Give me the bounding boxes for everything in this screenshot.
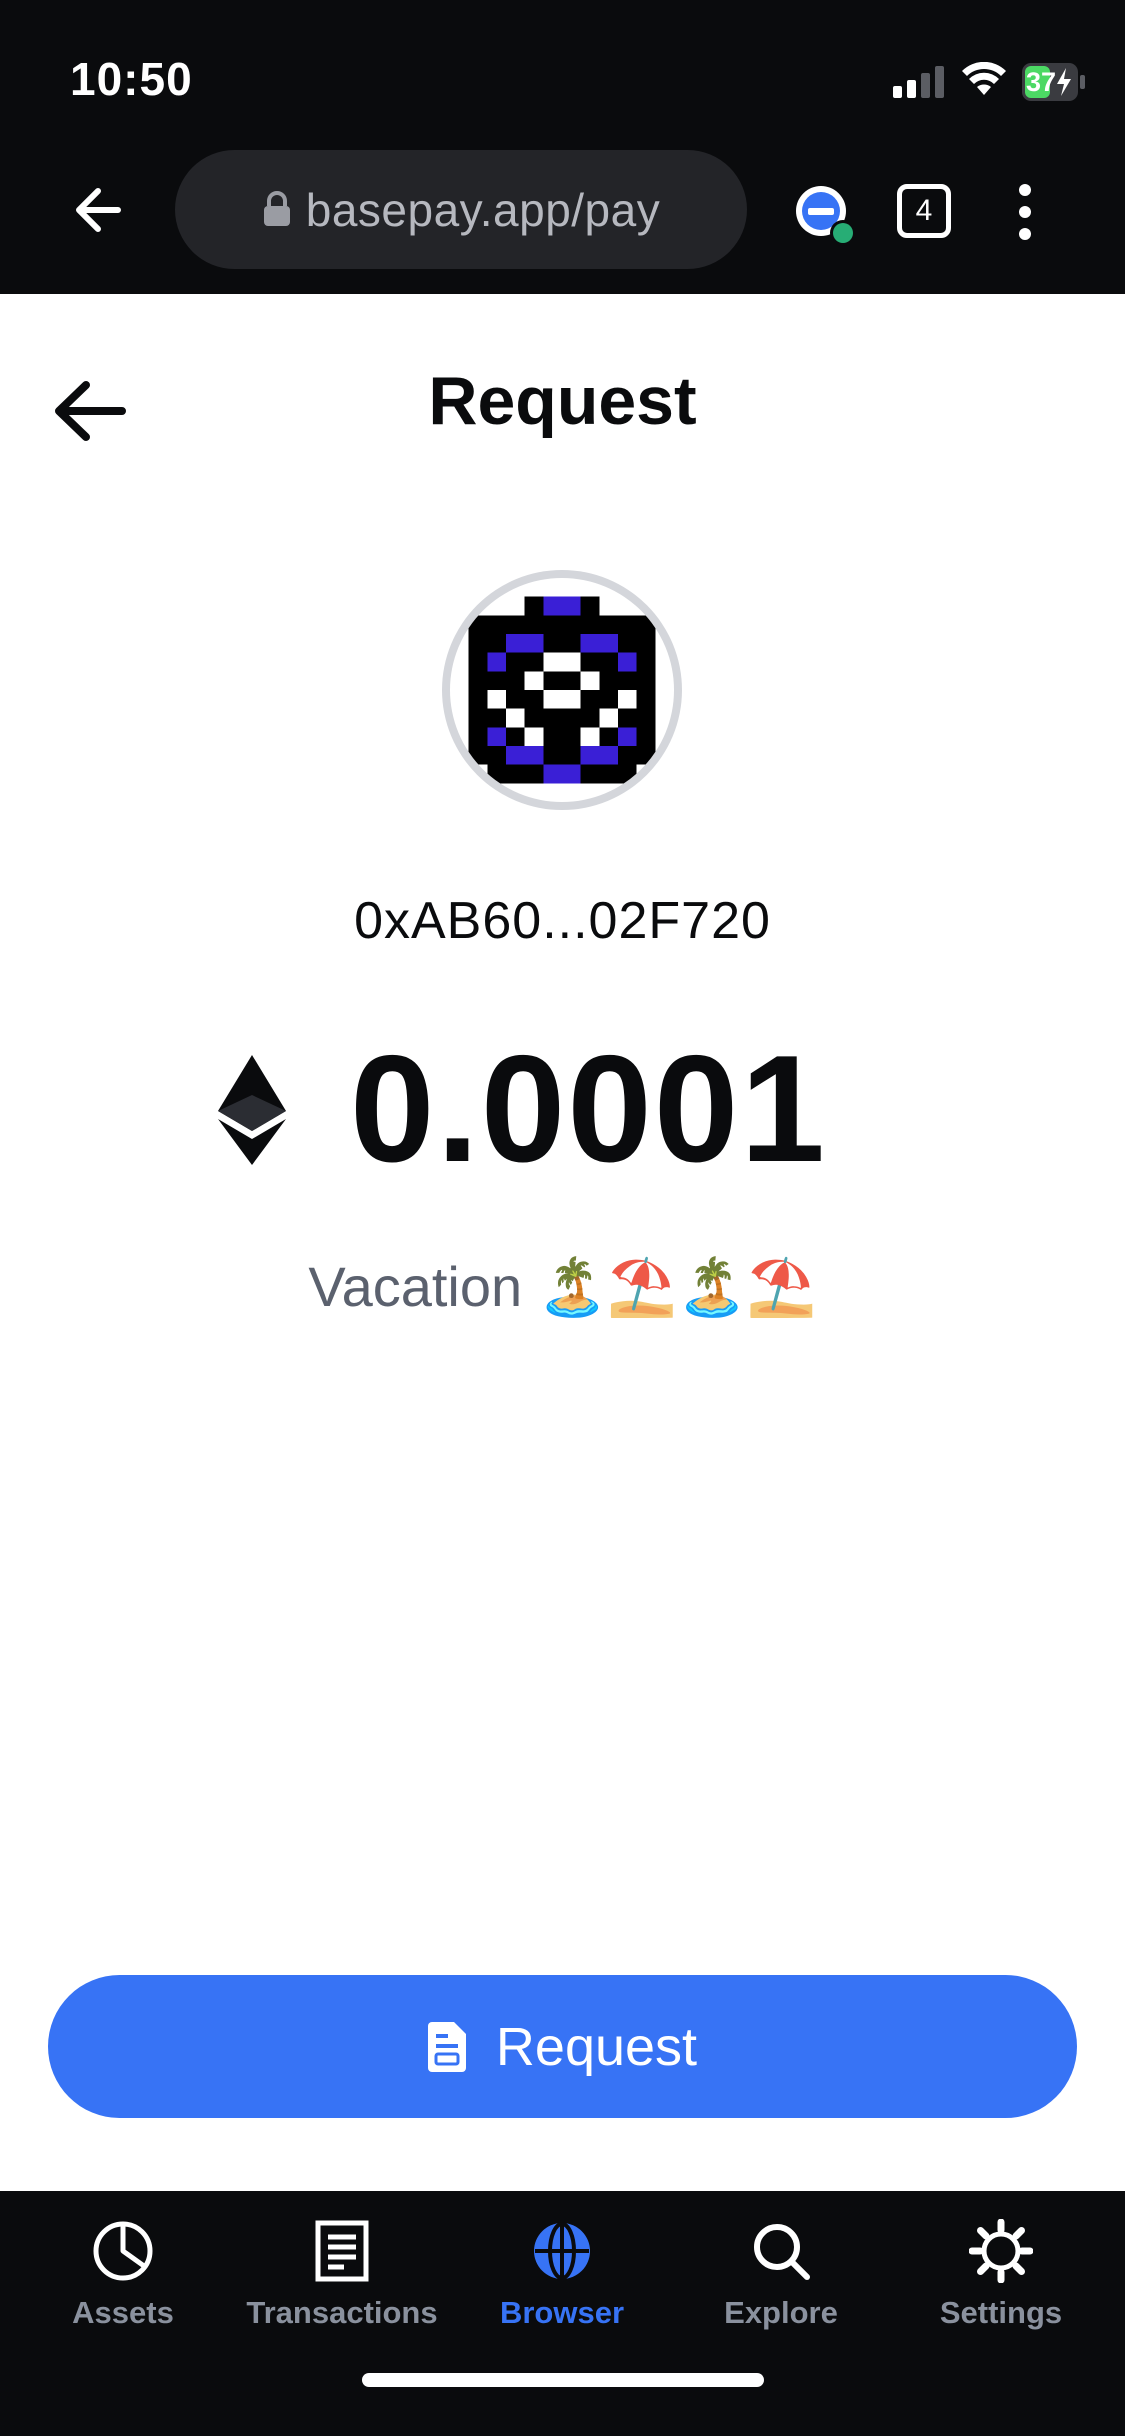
nav-item-explore[interactable]: Explore bbox=[671, 2219, 891, 2359]
home-indicator bbox=[362, 2373, 764, 2387]
amount-value: 0.0001 bbox=[350, 1024, 827, 1194]
tabs-count-button[interactable]: 4 bbox=[897, 184, 951, 238]
recipient-avatar bbox=[442, 570, 682, 810]
amount-display: 0.0001 bbox=[0, 1024, 1125, 1194]
request-button[interactable]: Request bbox=[48, 1975, 1077, 2118]
gear-icon bbox=[969, 2219, 1033, 2283]
document-icon bbox=[315, 2220, 369, 2282]
lock-icon bbox=[263, 190, 290, 226]
browser-back-icon[interactable] bbox=[68, 178, 132, 242]
nav-item-browser[interactable]: Browser bbox=[452, 2219, 672, 2359]
nav-label-transactions: Transactions bbox=[246, 2295, 438, 2330]
request-button-label: Request bbox=[495, 2016, 698, 2077]
globe-icon bbox=[534, 2222, 590, 2280]
nav-label-explore: Explore bbox=[724, 2295, 838, 2330]
ethereum-icon bbox=[218, 1055, 286, 1165]
cellular-signal-icon bbox=[893, 66, 944, 98]
invoice-icon bbox=[427, 2021, 466, 2072]
recipient-address: 0xAB60...02F720 bbox=[354, 892, 771, 950]
nav-label-settings: Settings bbox=[939, 2295, 1063, 2330]
search-icon bbox=[754, 2224, 810, 2280]
more-menu-icon[interactable] bbox=[1010, 182, 1040, 242]
wallet-connection-icon[interactable] bbox=[792, 183, 858, 249]
wifi-icon bbox=[962, 62, 1006, 95]
page-title: Request bbox=[428, 363, 697, 439]
battery-level: 37 bbox=[1026, 67, 1057, 97]
url-bar[interactable]: basepay.app/pay bbox=[175, 150, 747, 269]
pie-chart-icon bbox=[93, 2221, 153, 2281]
nav-label-assets: Assets bbox=[72, 2295, 174, 2330]
nav-label-browser: Browser bbox=[499, 2295, 625, 2330]
nav-item-transactions[interactable]: Transactions bbox=[232, 2219, 452, 2359]
request-memo: Vacation 🏝️⛱️🏝️⛱️ bbox=[308, 1255, 817, 1318]
status-time: 10:50 bbox=[70, 53, 193, 105]
nav-item-assets[interactable]: Assets bbox=[13, 2219, 233, 2359]
url-text: basepay.app/pay bbox=[305, 183, 661, 236]
browser-chrome: 10:50 37 basepay.app/pay 4 bbox=[0, 0, 1125, 294]
nav-item-settings[interactable]: Settings bbox=[891, 2219, 1111, 2359]
bottom-navigation: Assets Transactions Browser Explore Sett… bbox=[0, 2191, 1125, 2436]
identicon-image bbox=[450, 578, 674, 802]
